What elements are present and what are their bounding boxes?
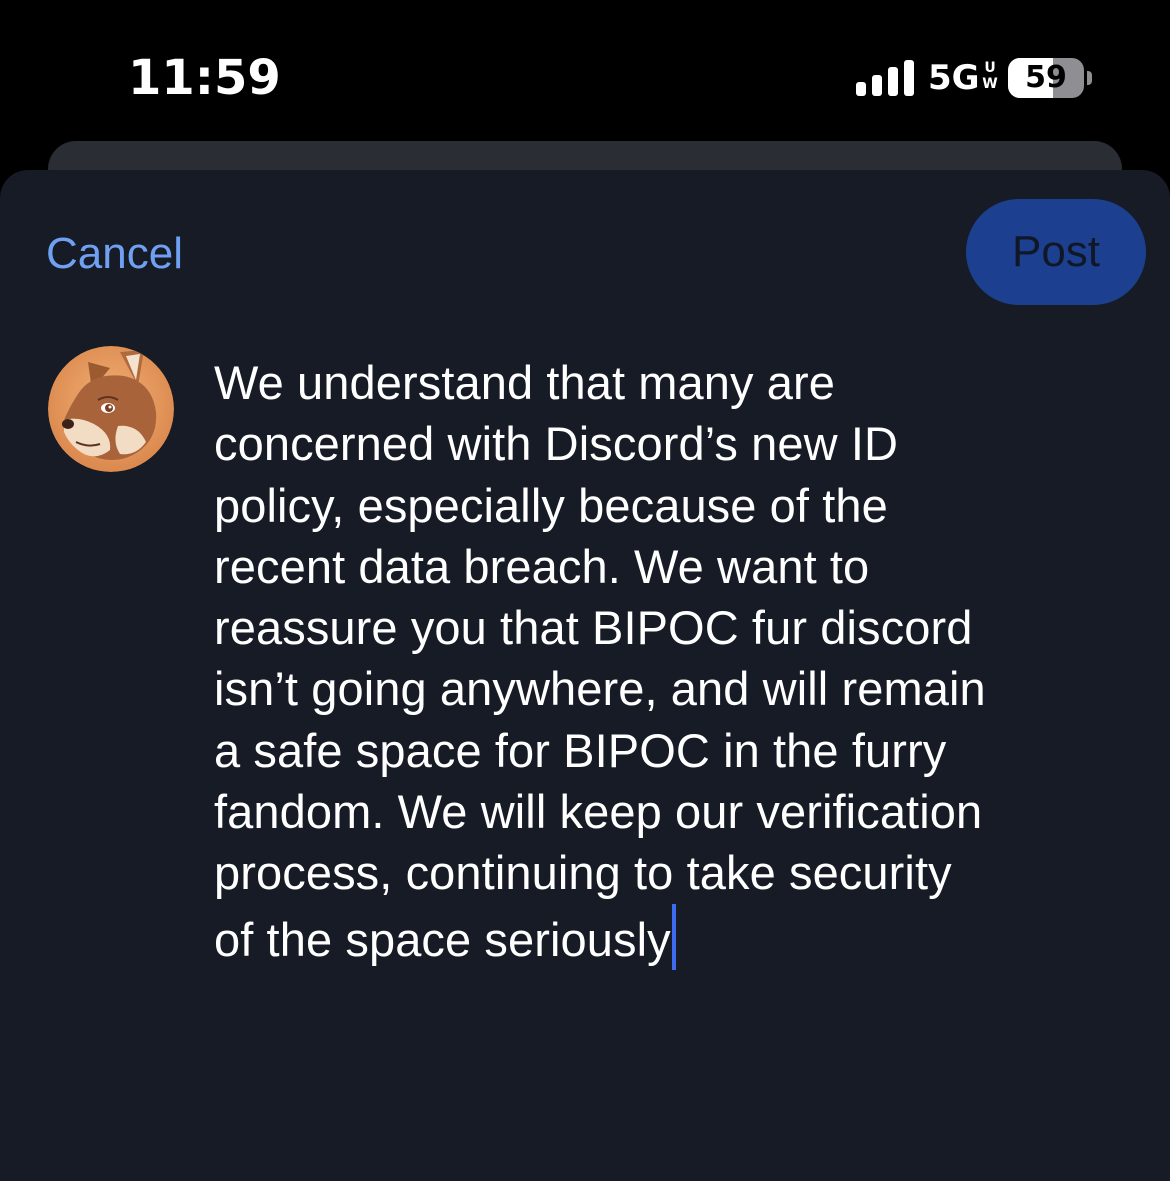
avatar[interactable] bbox=[48, 346, 174, 472]
cellular-signal-icon bbox=[856, 60, 914, 96]
battery-cap bbox=[1087, 71, 1092, 85]
status-time: 11:59 bbox=[128, 50, 281, 106]
text-cursor bbox=[671, 903, 676, 970]
post-text-field[interactable]: We understand that many are concerned wi… bbox=[214, 352, 1134, 970]
network-type-label: 5G bbox=[928, 58, 980, 98]
post-text: We understand that many are concerned wi… bbox=[214, 356, 986, 966]
network-band-top: U bbox=[984, 60, 996, 76]
fox-avatar-image bbox=[48, 346, 174, 472]
battery-icon: 59 bbox=[1008, 58, 1084, 98]
network-band-bottom: W bbox=[982, 76, 998, 92]
cancel-button[interactable]: Cancel bbox=[46, 224, 183, 284]
battery-level: 59 bbox=[1025, 60, 1067, 95]
post-button[interactable]: Post bbox=[966, 199, 1146, 305]
network-band-label: U W bbox=[980, 60, 1000, 96]
status-bar: 11:59 5G U W 59 bbox=[0, 0, 1170, 140]
